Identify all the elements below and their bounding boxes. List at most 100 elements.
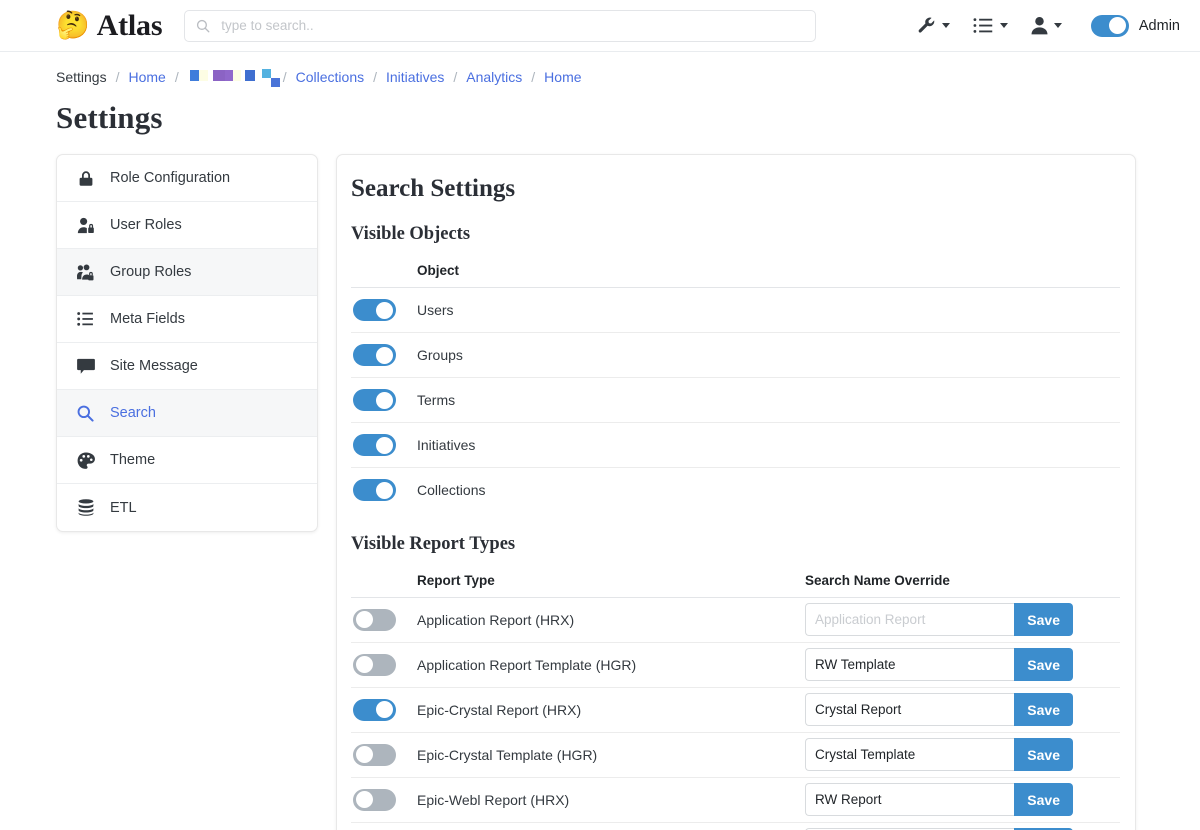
users-lock-icon xyxy=(75,264,96,281)
sidebar-item-label: Role Configuration xyxy=(110,170,230,186)
glyph-box xyxy=(199,70,208,81)
report-toggle-epic-crystal-template-hgr[interactable] xyxy=(353,744,396,766)
lists-menu[interactable] xyxy=(973,16,1008,35)
glyph-box xyxy=(233,70,241,81)
sidebar-item-user-roles[interactable]: User Roles xyxy=(57,202,317,249)
object-toggle-terms[interactable] xyxy=(353,389,396,411)
report-type-name-cell: Application Report Template (HGR) xyxy=(417,642,805,687)
report-toggle-epic-webl-report-hrx[interactable] xyxy=(353,789,396,811)
object-toggle-cell xyxy=(351,378,417,423)
report-type-name-cell: Epic-Crystal Report (HRX) xyxy=(417,687,805,732)
object-toggle-initiatives[interactable] xyxy=(353,434,396,456)
visible-report-types-table: Report Type Search Name Override Applica… xyxy=(351,565,1120,830)
sidebar-item-label: Theme xyxy=(110,452,155,468)
object-name-cell: Users xyxy=(417,288,1120,333)
report-override-cell: Save xyxy=(805,822,1120,830)
save-button-application-report-hrx[interactable]: Save xyxy=(1014,603,1073,636)
override-input-epic-webl-report-hrx[interactable] xyxy=(805,783,1014,816)
palette-icon xyxy=(77,452,95,469)
object-name-cell: Collections xyxy=(417,468,1120,513)
report-override-cell: Save xyxy=(805,687,1120,732)
override-input-group: Save xyxy=(805,738,1073,771)
sidebar-item-etl[interactable]: ETL xyxy=(57,484,317,531)
thinking-face-icon: 🤔 xyxy=(56,12,90,39)
report-toggle-cell xyxy=(351,732,417,777)
table-row: Initiatives xyxy=(351,423,1120,468)
report-override-cell: Save xyxy=(805,732,1120,777)
breadcrumb-separator: / xyxy=(364,69,386,85)
override-input-application-report-template-hgr[interactable] xyxy=(805,648,1014,681)
override-input-group: Save xyxy=(805,603,1073,636)
override-input-epic-crystal-template-hgr[interactable] xyxy=(805,738,1014,771)
object-name-cell: Terms xyxy=(417,378,1120,423)
brand-logo[interactable]: 🤔 Atlas xyxy=(56,9,162,43)
chevron-down-icon xyxy=(1000,23,1008,28)
top-navbar: 🤔 Atlas xyxy=(0,0,1200,52)
object-name-cell: Groups xyxy=(417,333,1120,378)
object-toggle-groups[interactable] xyxy=(353,344,396,366)
table-row: Epic-Webl Template (HGR)Save xyxy=(351,822,1120,830)
sidebar-item-meta-fields[interactable]: Meta Fields xyxy=(57,296,317,343)
report-toggle-cell xyxy=(351,777,417,822)
object-name-cell: Initiatives xyxy=(417,423,1120,468)
account-menu[interactable] xyxy=(1031,16,1062,35)
report-toggle-application-report-hrx[interactable] xyxy=(353,609,396,631)
palette-icon-wrap xyxy=(75,452,96,469)
save-button-epic-webl-report-hrx[interactable]: Save xyxy=(1014,783,1073,816)
breadcrumb-item-settings: Settings xyxy=(56,69,107,85)
visible-report-types-heading: Visible Report Types xyxy=(351,534,1120,555)
glyph-box xyxy=(271,78,280,87)
list-ul-icon xyxy=(77,311,94,327)
tools-menu[interactable] xyxy=(917,16,950,35)
brand-name: Atlas xyxy=(97,9,163,43)
table-row: Groups xyxy=(351,333,1120,378)
override-input-group: Save xyxy=(805,648,1073,681)
admin-label: Admin xyxy=(1139,18,1180,34)
admin-toggle-group[interactable]: Admin xyxy=(1091,15,1180,37)
database-icon-wrap xyxy=(75,499,96,517)
report-type-name-cell: Application Report (HRX) xyxy=(417,597,805,642)
sidebar-item-theme[interactable]: Theme xyxy=(57,437,317,484)
save-button-epic-crystal-template-hgr[interactable]: Save xyxy=(1014,738,1073,771)
breadcrumb-unrendered-glyphs[interactable] xyxy=(188,68,274,86)
report-type-name-cell: Epic-Webl Report (HRX) xyxy=(417,777,805,822)
breadcrumb-item-analytics[interactable]: Analytics xyxy=(466,69,522,85)
object-toggle-collections[interactable] xyxy=(353,479,396,501)
report-toggle-application-report-template-hgr[interactable] xyxy=(353,654,396,676)
save-button-epic-crystal-report-hrx[interactable]: Save xyxy=(1014,693,1073,726)
report-toggle-epic-crystal-report-hrx[interactable] xyxy=(353,699,396,721)
visible-objects-heading: Visible Objects xyxy=(351,224,1120,245)
glyph-box xyxy=(190,70,199,81)
save-button-application-report-template-hgr[interactable]: Save xyxy=(1014,648,1073,681)
sidebar-item-role-configuration[interactable]: Role Configuration xyxy=(57,155,317,202)
global-search-box[interactable] xyxy=(184,10,816,42)
table-row: Users xyxy=(351,288,1120,333)
breadcrumb-item-collections[interactable]: Collections xyxy=(296,69,364,85)
override-input-application-report-hrx[interactable] xyxy=(805,603,1014,636)
sidebar-item-label: ETL xyxy=(110,500,137,516)
sidebar-item-search[interactable]: Search xyxy=(57,390,317,437)
search-input[interactable] xyxy=(219,17,804,34)
objects-object-header: Object xyxy=(417,255,1120,288)
report-toggle-cell xyxy=(351,687,417,732)
glyph-box xyxy=(213,70,225,81)
admin-toggle[interactable] xyxy=(1091,15,1129,37)
glyph-box xyxy=(262,69,271,78)
visible-objects-table: Object UsersGroupsTermsInitiativesCollec… xyxy=(351,255,1120,513)
breadcrumb-item-initiatives[interactable]: Initiatives xyxy=(386,69,444,85)
object-toggle-users[interactable] xyxy=(353,299,396,321)
breadcrumb-item-home[interactable]: Home xyxy=(128,69,165,85)
sidebar-item-label: Site Message xyxy=(110,358,198,374)
comment-icon-wrap xyxy=(75,358,96,374)
override-input-epic-crystal-report-hrx[interactable] xyxy=(805,693,1014,726)
table-row: Application Report (HRX) Save xyxy=(351,597,1120,642)
sidebar-item-site-message[interactable]: Site Message xyxy=(57,343,317,390)
search-icon xyxy=(77,405,94,422)
sidebar-item-group-roles[interactable]: Group Roles xyxy=(57,249,317,296)
table-row: Epic-Crystal Template (HGR)Save xyxy=(351,732,1120,777)
user-lock-icon-wrap xyxy=(75,217,96,234)
report-override-cell: Save xyxy=(805,597,1120,642)
search-icon-wrap xyxy=(75,405,96,422)
lock-icon-wrap xyxy=(75,170,96,187)
breadcrumb-item-home[interactable]: Home xyxy=(544,69,581,85)
